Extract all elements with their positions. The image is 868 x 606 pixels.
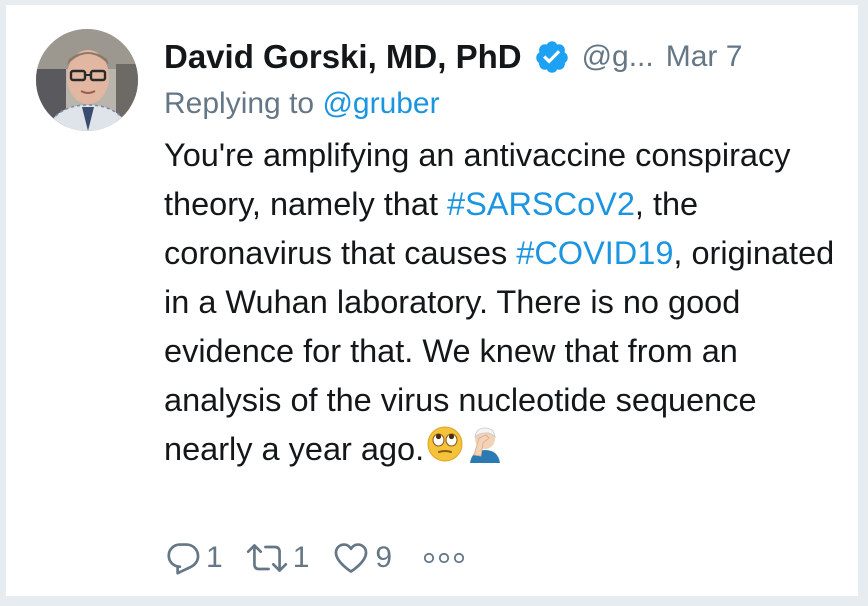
face-with-rolling-eyes-icon <box>426 425 464 477</box>
retweet-icon <box>246 544 287 572</box>
reply-mention-link[interactable]: @gruber <box>322 87 439 120</box>
like-count: 9 <box>375 541 393 574</box>
reply-context: Replying to @gruber <box>164 87 440 121</box>
tweet-date[interactable]: Mar 7 <box>666 40 743 74</box>
author-handle[interactable]: @g... <box>582 40 654 74</box>
person-facepalming-icon <box>466 425 504 477</box>
retweet-count: 1 <box>292 541 310 574</box>
heart-icon <box>334 543 368 573</box>
reply-icon <box>167 543 200 575</box>
hashtag-link-sarscov2[interactable]: #SARSCoV2 <box>447 186 635 222</box>
author-avatar[interactable] <box>36 29 138 131</box>
more-icon <box>423 552 465 564</box>
reply-prefix: Replying to <box>164 87 315 120</box>
avatar-image <box>36 29 138 131</box>
like-button[interactable]: 9 <box>331 539 392 577</box>
hashtag-link-covid19[interactable]: #COVID19 <box>516 235 673 271</box>
author-name[interactable]: David Gorski, MD, PhD <box>164 38 522 76</box>
retweet-button[interactable]: 1 <box>245 539 310 577</box>
tweet-actions: 1 1 9 <box>164 533 466 583</box>
more-button[interactable] <box>422 550 466 566</box>
reply-button[interactable]: 1 <box>164 539 223 577</box>
verified-badge-icon <box>535 41 568 73</box>
tweet-text: You're amplifying an antivaccine conspir… <box>164 131 844 477</box>
tweet-card[interactable]: David Gorski, MD, PhD @g... Mar 7 Replyi… <box>6 5 858 596</box>
tweet-header: David Gorski, MD, PhD @g... Mar 7 <box>164 27 838 87</box>
reply-count: 1 <box>206 541 223 574</box>
